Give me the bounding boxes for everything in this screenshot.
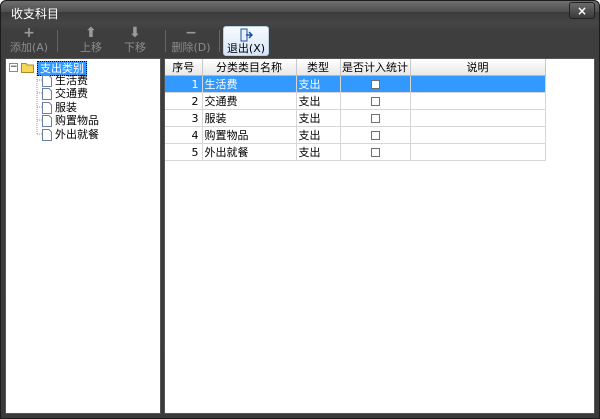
minus-icon: − — [185, 25, 197, 41]
category-grid[interactable]: 序号 分类类目名称 类型 是否计入统计 说明 1 生活费 支出 2 交通费 支出… — [164, 58, 595, 414]
category-name-cell[interactable]: 服装 — [202, 109, 297, 127]
category-tree[interactable]: − 支出类别 生活费 交通费 服装 购置物品 外出就餐 — [5, 58, 161, 414]
table-row[interactable]: 3 服装 支出 — [165, 109, 546, 127]
toolbar-separator — [57, 30, 58, 52]
category-name-cell[interactable]: 购置物品 — [202, 126, 297, 144]
move-down-label: 下移 — [124, 41, 146, 54]
note-cell[interactable] — [410, 109, 546, 127]
type-cell[interactable]: 支出 — [296, 143, 341, 161]
column-header[interactable]: 序号 — [165, 59, 203, 76]
add-button-label: 添加(A) — [9, 41, 49, 54]
delete-button[interactable]: − 删除(D) — [169, 26, 213, 56]
category-name-cell[interactable]: 生活费 — [202, 75, 297, 93]
column-header[interactable]: 是否计入统计 — [340, 59, 411, 76]
arrow-down-icon: ⬇ — [129, 25, 141, 41]
include-in-stats-checkbox[interactable] — [370, 114, 380, 123]
delete-button-label: 删除(D) — [171, 41, 211, 54]
type-cell[interactable]: 支出 — [296, 126, 341, 144]
open-folder-icon — [21, 63, 34, 73]
add-button[interactable]: + 添加(A) — [9, 26, 49, 56]
stat-cell — [340, 92, 411, 110]
type-cell[interactable]: 支出 — [296, 92, 341, 110]
row-number: 2 — [165, 92, 203, 110]
arrow-up-icon: ⬆ — [85, 25, 97, 41]
tree-item-label: 交通费 — [55, 87, 88, 100]
include-in-stats-checkbox[interactable] — [370, 80, 380, 89]
toolbar: + 添加(A) ⬆ 上移 ⬇ 下移 − 删除(D) 退出(X) — [5, 24, 595, 58]
move-up-label: 上移 — [80, 41, 102, 54]
move-down-button[interactable]: ⬇ 下移 — [115, 26, 155, 56]
window-title: 收支科目 — [11, 7, 60, 21]
document-icon — [42, 102, 52, 114]
tree-item-label: 生活费 — [55, 74, 88, 87]
note-cell[interactable] — [410, 126, 546, 144]
row-number: 5 — [165, 143, 203, 161]
document-icon — [42, 115, 52, 127]
tree-item-label: 外出就餐 — [55, 128, 99, 141]
column-header[interactable]: 类型 — [296, 59, 341, 76]
table-row[interactable]: 1 生活费 支出 — [165, 75, 546, 93]
toolbar-separator — [219, 30, 220, 52]
stat-cell — [340, 109, 411, 127]
note-cell[interactable] — [410, 143, 546, 161]
table-row[interactable]: 5 外出就餐 支出 — [165, 143, 546, 161]
row-number: 3 — [165, 109, 203, 127]
window: 收支科目 × + 添加(A) ⬆ 上移 ⬇ 下移 − 删除(D) 退出(X) −… — [0, 0, 600, 419]
include-in-stats-checkbox[interactable] — [370, 148, 380, 157]
column-header[interactable]: 说明 — [410, 59, 546, 76]
row-number: 4 — [165, 126, 203, 144]
title-bar[interactable]: 收支科目 × — [1, 1, 599, 23]
type-cell[interactable]: 支出 — [296, 109, 341, 127]
stat-cell — [340, 143, 411, 161]
tree-item-label: 服装 — [55, 101, 77, 114]
toolbar-separator — [165, 30, 166, 52]
collapse-toggle[interactable]: − — [9, 63, 18, 72]
document-icon — [42, 75, 52, 87]
plus-icon: + — [23, 25, 35, 41]
include-in-stats-checkbox[interactable] — [370, 131, 380, 140]
type-cell[interactable]: 支出 — [296, 75, 341, 93]
include-in-stats-checkbox[interactable] — [370, 97, 380, 106]
category-table: 序号 分类类目名称 类型 是否计入统计 说明 1 生活费 支出 2 交通费 支出… — [165, 59, 546, 161]
row-number: 1 — [165, 75, 203, 93]
column-header[interactable]: 分类类目名称 — [202, 59, 297, 76]
tree-item-label: 购置物品 — [55, 114, 99, 127]
exit-button-label: 退出(X) — [226, 42, 266, 55]
table-row[interactable]: 2 交通费 支出 — [165, 92, 546, 110]
stat-cell — [340, 75, 411, 93]
move-up-button[interactable]: ⬆ 上移 — [71, 26, 111, 56]
exit-button[interactable]: 退出(X) — [223, 26, 269, 56]
category-name-cell[interactable]: 交通费 — [202, 92, 297, 110]
close-button[interactable]: × — [569, 2, 595, 19]
category-name-cell[interactable]: 外出就餐 — [202, 143, 297, 161]
table-header-row: 序号 分类类目名称 类型 是否计入统计 说明 — [165, 59, 546, 76]
stat-cell — [340, 126, 411, 144]
table-row[interactable]: 4 购置物品 支出 — [165, 126, 546, 144]
exit-icon — [240, 28, 253, 42]
close-icon: × — [576, 4, 588, 18]
note-cell[interactable] — [410, 92, 546, 110]
document-icon — [42, 88, 52, 100]
note-cell[interactable] — [410, 75, 546, 93]
document-icon — [42, 129, 52, 141]
